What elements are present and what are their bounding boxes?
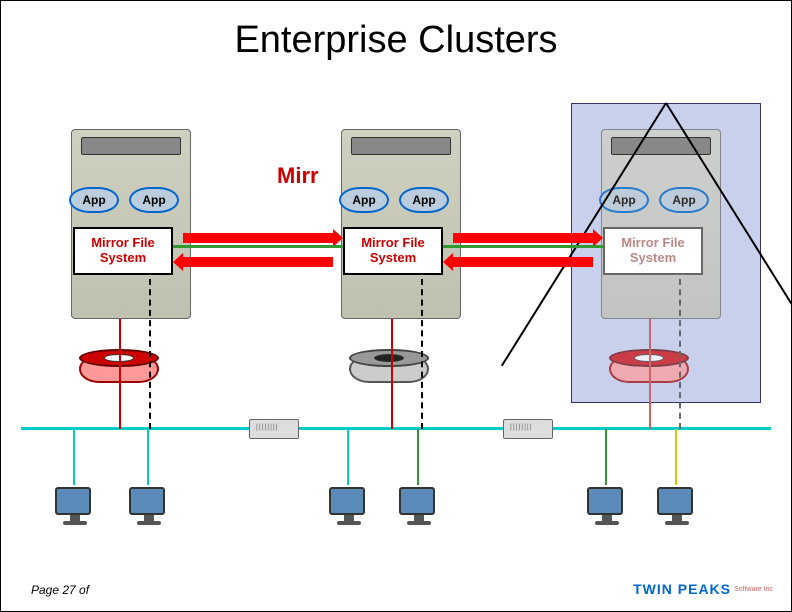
network-bus: [21, 427, 771, 430]
server-link-red-faded: [649, 319, 651, 429]
server-chassis: [341, 129, 461, 319]
replication-arrow-left: [453, 257, 593, 267]
disk-gray: [349, 349, 429, 389]
green-link: [173, 245, 343, 248]
page-number: Page 27 of: [31, 583, 89, 597]
client-link-cyan: [347, 429, 349, 485]
mfs-label-line1: Mirror File: [91, 235, 155, 250]
mfs-label-line1: Mirror File: [621, 235, 685, 250]
mfs-label-line2: System: [370, 250, 416, 265]
server-link-dashed: [421, 279, 424, 429]
logo-subtext: Software Inc: [734, 586, 773, 593]
client-monitor-icon: [129, 487, 169, 527]
mirror-ring-label: Mirr: [277, 163, 319, 189]
replication-arrow-right: [183, 233, 333, 243]
app-badge: App: [129, 187, 179, 213]
mfs-label-line1: Mirror File: [361, 235, 425, 250]
client-link-green: [417, 429, 419, 485]
app-badge: App: [399, 187, 449, 213]
app-badge: App: [69, 187, 119, 213]
mfs-label-line2: System: [100, 250, 146, 265]
green-link: [443, 245, 603, 248]
replication-arrow-right: [453, 233, 593, 243]
mirror-file-system-box: Mirror File System: [603, 227, 703, 275]
mirror-file-system-box: Mirror File System: [73, 227, 173, 275]
client-monitor-icon: [399, 487, 439, 527]
client-monitor-icon: [55, 487, 95, 527]
server-drive: [81, 137, 181, 155]
server-drive: [351, 137, 451, 155]
server-chassis: [71, 129, 191, 319]
server-3: [591, 129, 731, 319]
server-link-red: [119, 319, 121, 429]
logo-text: TWIN PEAKS: [633, 581, 731, 597]
server-link-red: [391, 319, 393, 429]
slide-title: Enterprise Clusters: [1, 19, 791, 62]
client-link-yellow: [675, 429, 677, 485]
replication-arrow-left: [183, 257, 333, 267]
client-link-green: [605, 429, 607, 485]
client-link-cyan: [147, 429, 149, 485]
server-chassis: [601, 129, 721, 319]
server-link-dashed: [149, 279, 152, 429]
app-badge: App: [339, 187, 389, 213]
server-2: [331, 129, 471, 319]
router-icon: [249, 419, 299, 439]
client-monitor-icon: [657, 487, 697, 527]
router-icon: [503, 419, 553, 439]
server-1: [61, 129, 201, 319]
mfs-label-line2: System: [630, 250, 676, 265]
client-monitor-icon: [587, 487, 627, 527]
client-link-cyan: [73, 429, 75, 485]
client-monitor-icon: [329, 487, 369, 527]
mirror-file-system-box: Mirror File System: [343, 227, 443, 275]
app-badge: App: [659, 187, 709, 213]
server-link-dashed-faded: [679, 279, 682, 429]
